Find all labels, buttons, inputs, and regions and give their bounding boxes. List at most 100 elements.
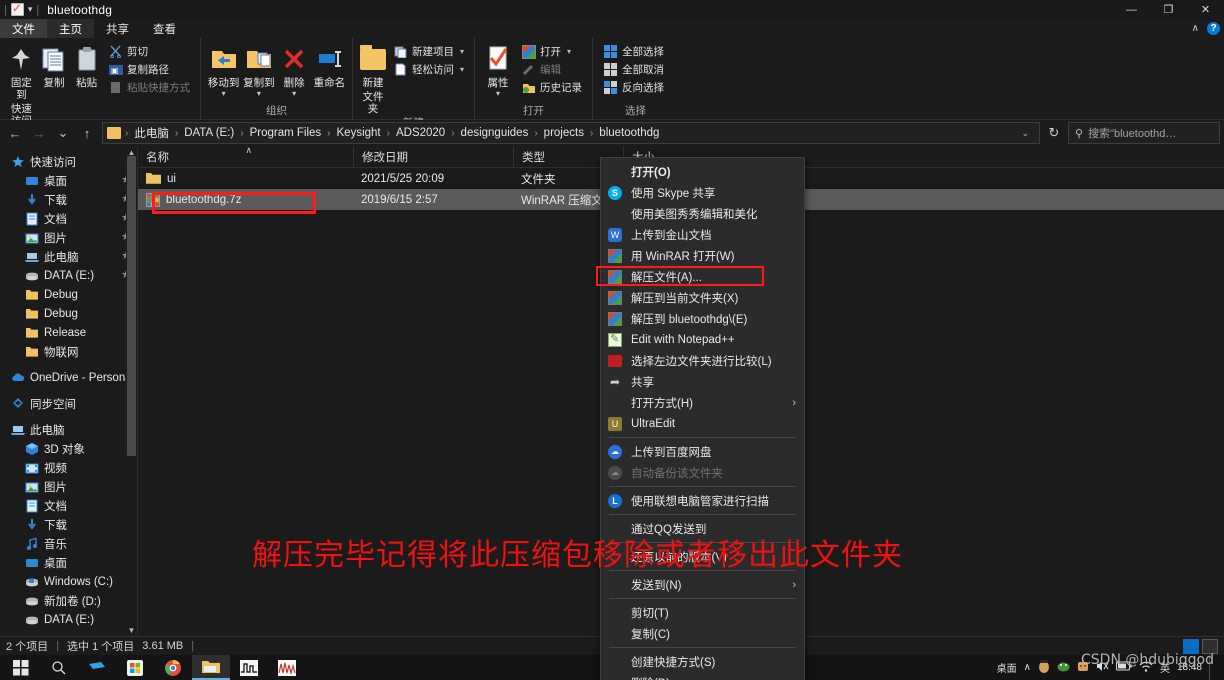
back-button[interactable]: ← <box>4 122 26 144</box>
breadcrumb-separator[interactable]: › <box>174 128 179 139</box>
minimize-button[interactable]: — <box>1113 0 1150 19</box>
collapse-ribbon-icon[interactable]: ∧ <box>1192 23 1199 34</box>
chrome-icon[interactable] <box>154 655 192 680</box>
rename-button[interactable]: 重命名 <box>313 41 346 89</box>
taskbar-search-icon[interactable] <box>40 655 78 680</box>
sidebar-item-11[interactable]: OneDrive - Personal <box>0 368 137 387</box>
sidebar-item-0[interactable]: 快速访问 <box>0 152 137 171</box>
sidebar-item-7[interactable]: Debug <box>0 285 137 304</box>
navigation-scrollbar[interactable]: ▲ ▼ <box>126 146 137 636</box>
breadcrumb-item-3[interactable]: Keysight <box>333 126 385 140</box>
select-none-button[interactable]: 全部取消 <box>599 61 668 78</box>
tray-overflow-icon[interactable]: ∧ <box>1024 662 1031 673</box>
copy-path-button[interactable]: ▣ 复制路径 <box>104 61 194 78</box>
file-explorer-icon[interactable] <box>192 655 230 680</box>
chevron-right-icon[interactable]: › <box>792 579 796 591</box>
chevron-down-icon[interactable]: ▾ <box>460 65 464 74</box>
sidebar-item-8[interactable]: Debug <box>0 304 137 323</box>
breadcrumb-separator[interactable]: › <box>124 128 129 139</box>
context-menu-item-1[interactable]: S 使用 Skype 共享 <box>601 182 804 203</box>
sidebar-item-2[interactable]: 下载 <box>0 190 137 209</box>
context-menu-item-29[interactable]: 删除(D) <box>601 672 804 680</box>
qq-icon[interactable] <box>1038 658 1050 676</box>
context-menu-item-9[interactable]: 选择左边文件夹进行比较(L) <box>601 350 804 371</box>
sidebar-item-21[interactable]: Windows (C:) <box>0 572 137 591</box>
microsoft-store-icon[interactable] <box>116 655 154 680</box>
breadcrumb-item-5[interactable]: designguides <box>457 126 533 140</box>
recent-locations-button[interactable]: ⌄ <box>52 122 74 144</box>
sidebar-item-16[interactable]: 图片 <box>0 477 137 496</box>
column-header-date[interactable]: 修改日期 <box>353 145 513 168</box>
context-menu-item-0[interactable]: 打开(O) <box>601 161 804 182</box>
sidebar-item-17[interactable]: 文档 <box>0 496 137 515</box>
context-menu-item-8[interactable]: Edit with Notepad++ <box>601 329 804 350</box>
context-menu-item-2[interactable]: 使用美图秀秀编辑和美化 <box>601 203 804 224</box>
security-icon[interactable] <box>1057 660 1070 675</box>
context-menu-item-14[interactable]: ☁ 上传到百度网盘 <box>601 441 804 462</box>
breadcrumb-separator[interactable]: › <box>326 128 331 139</box>
chevron-down-icon[interactable]: ▾ <box>567 47 571 56</box>
tab-share[interactable]: 共享 <box>94 19 141 38</box>
cut-button[interactable]: 剪切 <box>104 43 194 60</box>
breadcrumb-separator[interactable]: › <box>239 128 244 139</box>
signal-app-icon[interactable] <box>268 655 306 680</box>
tab-view[interactable]: 查看 <box>141 19 188 38</box>
chevron-down-icon[interactable]: ▾ <box>28 4 33 15</box>
sidebar-item-13[interactable]: 此电脑 <box>0 420 137 439</box>
select-all-button[interactable]: 全部选择 <box>599 43 668 60</box>
context-menu-item-5[interactable]: 解压文件(A)... <box>601 266 804 287</box>
up-button[interactable]: ↑ <box>76 122 98 144</box>
search-box[interactable]: ⚲ 搜索"bluetoothd… <box>1068 122 1220 144</box>
context-menu-item-6[interactable]: 解压到当前文件夹(X) <box>601 287 804 308</box>
easy-access-button[interactable]: 轻松访问 ▾ <box>389 61 468 78</box>
breadcrumb-item-0[interactable]: 此电脑 <box>130 124 173 142</box>
sidebar-item-20[interactable]: 桌面 <box>0 553 137 572</box>
breadcrumb-item-6[interactable]: projects <box>540 126 588 140</box>
chevron-down-icon[interactable]: ▾ <box>222 90 226 98</box>
sidebar-item-1[interactable]: 桌面 <box>0 171 137 190</box>
breadcrumb-separator[interactable]: › <box>589 128 594 139</box>
sidebar-item-3[interactable]: 文档 <box>0 209 137 228</box>
properties-button[interactable]: 属性 ▾ <box>481 41 515 98</box>
breadcrumb-item-1[interactable]: DATA (E:) <box>180 126 238 140</box>
sidebar-item-15[interactable]: 视频 <box>0 458 137 477</box>
context-menu-item-3[interactable]: W 上传到金山文档 <box>601 224 804 245</box>
breadcrumb-separator[interactable]: › <box>386 128 391 139</box>
history-button[interactable]: 历史记录 <box>517 79 586 96</box>
new-item-button[interactable]: 新建项目 ▾ <box>389 43 468 60</box>
sidebar-item-14[interactable]: 3D 对象 <box>0 439 137 458</box>
copy-to-button[interactable]: 复制到 ▾ <box>242 41 275 98</box>
scrollbar-thumb[interactable] <box>127 156 136 456</box>
breadcrumb-separator[interactable]: › <box>533 128 538 139</box>
paste-button[interactable]: 粘贴 <box>71 41 102 89</box>
context-menu-item-11[interactable]: 打开方式(H) › <box>601 392 804 413</box>
breadcrumb[interactable]: › 此电脑 › DATA (E:) › Program Files › Keys… <box>102 122 1040 144</box>
refresh-button[interactable]: ↻ <box>1042 122 1066 144</box>
tray-desktop-label[interactable]: 桌面 <box>997 660 1017 675</box>
chevron-down-icon[interactable]: ▾ <box>257 90 261 98</box>
chevron-down-icon[interactable]: ▾ <box>292 90 296 98</box>
invert-selection-button[interactable]: 反向选择 <box>599 79 668 96</box>
context-menu-item-7[interactable]: 解压到 bluetoothdg\(E) <box>601 308 804 329</box>
forward-button[interactable]: → <box>28 122 50 144</box>
help-icon[interactable]: ? <box>1207 22 1220 35</box>
task-view-icon[interactable] <box>78 655 116 680</box>
close-button[interactable]: ✕ <box>1187 0 1224 19</box>
delete-button[interactable]: 删除 ▾ <box>278 41 311 98</box>
maximize-button[interactable]: ❐ <box>1150 0 1187 19</box>
breadcrumb-item-2[interactable]: Program Files <box>246 126 326 140</box>
context-menu-item-17[interactable]: L 使用联想电脑管家进行扫描 <box>601 490 804 511</box>
copy-button[interactable]: 复制 <box>39 41 70 89</box>
sidebar-item-5[interactable]: 此电脑 <box>0 247 137 266</box>
tab-file[interactable]: 文件 <box>0 19 47 38</box>
sidebar-item-22[interactable]: 新加卷 (D:) <box>0 591 137 610</box>
chevron-right-icon[interactable]: › <box>792 397 796 409</box>
scroll-down-icon[interactable]: ▼ <box>126 624 137 636</box>
sidebar-item-4[interactable]: 图片 <box>0 228 137 247</box>
start-button[interactable] <box>2 655 40 680</box>
chevron-down-icon[interactable]: ▾ <box>496 90 500 98</box>
sidebar-item-18[interactable]: 下载 <box>0 515 137 534</box>
properties-icon[interactable] <box>10 1 24 16</box>
breadcrumb-item-4[interactable]: ADS2020 <box>392 126 449 140</box>
new-folder-button[interactable]: 新建 文件夹 <box>359 41 387 115</box>
